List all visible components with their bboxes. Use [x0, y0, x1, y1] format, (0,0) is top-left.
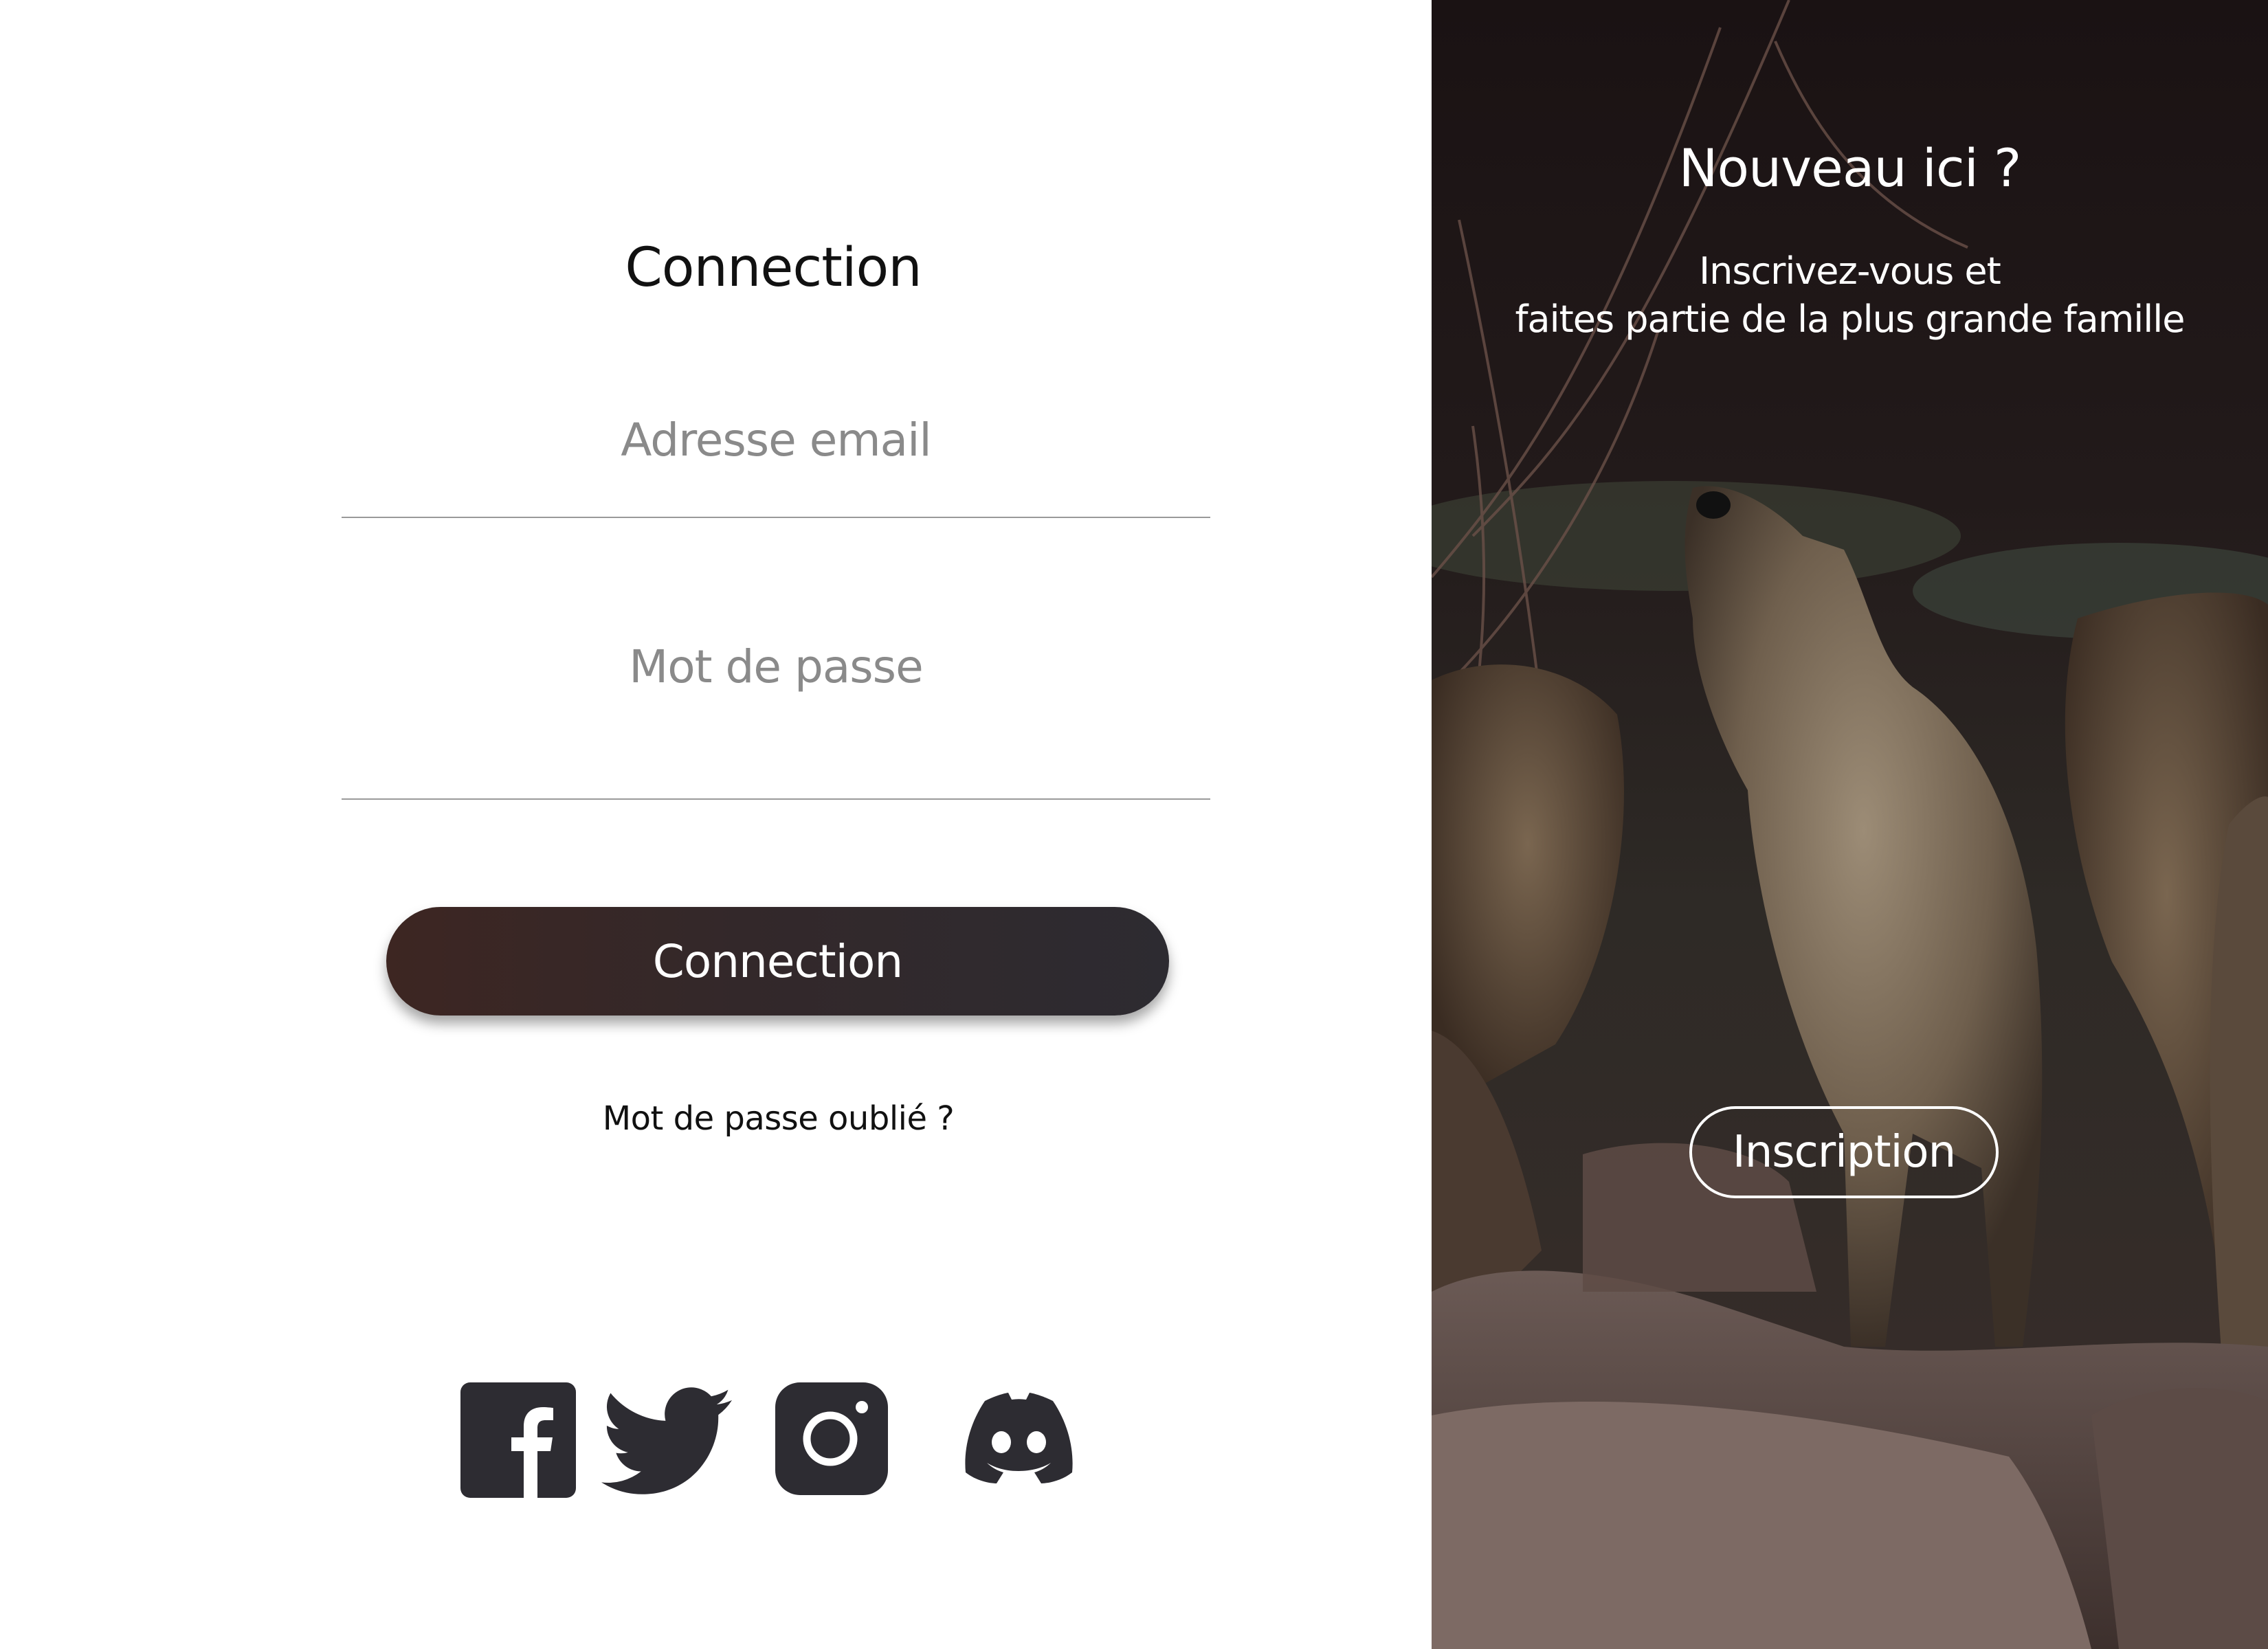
signup-button[interactable]: Inscription	[1689, 1106, 1999, 1198]
signup-title: Nouveau ici ?	[1678, 137, 2022, 199]
login-title: Connection	[625, 237, 922, 299]
signup-text: Inscrivez-vous et faites partie de la pl…	[1432, 247, 2268, 344]
email-input[interactable]	[342, 405, 1210, 474]
signup-panel: Nouveau ici ? Inscrivez-vous et faites p…	[1432, 0, 2268, 1649]
instagram-icon[interactable]	[775, 1382, 888, 1499]
discord-icon[interactable]	[959, 1391, 1079, 1508]
email-field	[342, 385, 1210, 518]
twitter-icon[interactable]	[601, 1387, 732, 1503]
facebook-icon[interactable]	[460, 1382, 576, 1499]
signup-text-line-1: Inscrivez-vous et	[1699, 249, 2001, 293]
password-field	[342, 618, 1210, 800]
password-input[interactable]	[342, 632, 1210, 701]
login-button[interactable]: Connection	[386, 907, 1169, 1016]
forgot-password-link[interactable]: Mot de passe oublié ?	[0, 1099, 1557, 1138]
login-panel: Connection Connection Mot de passe oubli…	[0, 0, 1432, 1649]
signup-text-line-2: faites partie de la plus grande famille	[1515, 298, 2185, 341]
